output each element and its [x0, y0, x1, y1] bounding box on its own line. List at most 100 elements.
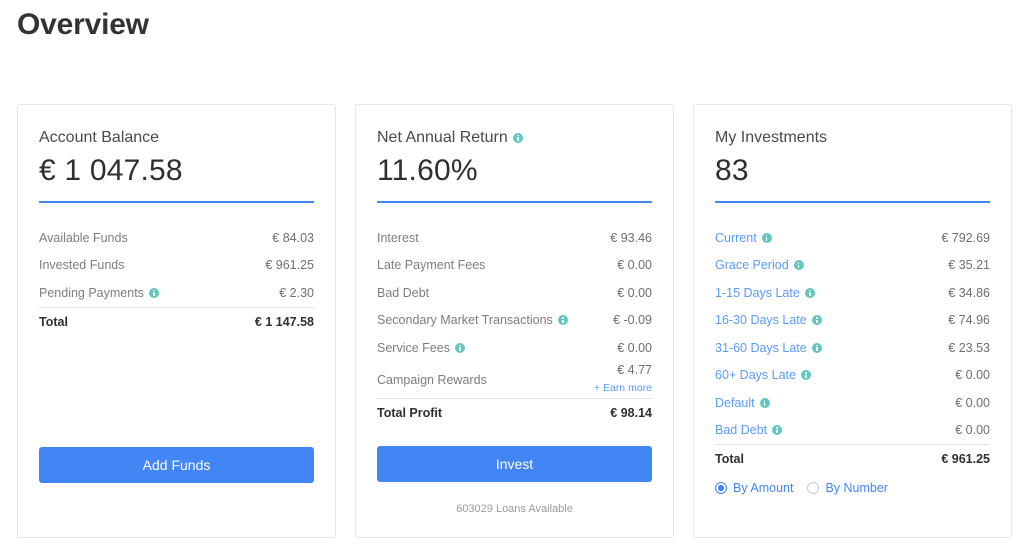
info-icon[interactable] [557, 315, 568, 326]
total-row: Total € 961.25 [715, 445, 990, 473]
row-label: Pending Payments [39, 286, 159, 300]
account-balance-rows: Available Funds € 84.03 Invested Funds €… [39, 224, 314, 336]
row-label-text[interactable]: Default [715, 396, 755, 410]
row-label[interactable]: 31-60 Days Late [715, 341, 822, 355]
total-value: € 1 147.58 [254, 314, 314, 329]
account-balance-value: € 1 047.58 [39, 154, 183, 187]
row-label-text[interactable]: Current [715, 231, 757, 245]
table-row[interactable]: 16-30 Days Late € 74.96 [715, 307, 990, 335]
add-funds-button[interactable]: Add Funds [39, 447, 314, 483]
row-value: € 23.53 [948, 340, 990, 355]
row-label-text[interactable]: Bad Debt [715, 423, 767, 437]
campaign-rewards-value-stack: € 4.77 + Earn more [594, 363, 652, 396]
table-row[interactable]: 1-15 Days Late € 34.86 [715, 279, 990, 307]
row-value: € 2.30 [279, 285, 314, 300]
table-row[interactable]: Bad Debt € 0.00 [715, 417, 990, 445]
row-label-text[interactable]: 31-60 Days Late [715, 341, 807, 355]
my-investments-label: My Investments [715, 127, 990, 149]
info-icon[interactable] [759, 397, 770, 408]
row-label-text: Interest [377, 230, 419, 245]
radio-by-amount-label[interactable]: By Amount [733, 481, 793, 495]
table-row[interactable]: 60+ Days Late € 0.00 [715, 362, 990, 390]
table-row: Interest € 93.46 [377, 224, 652, 252]
net-annual-return-accent-rule [377, 201, 652, 203]
table-row[interactable]: Grace Period € 35.21 [715, 252, 990, 280]
my-investments-accent-rule [715, 201, 990, 203]
row-label[interactable]: 16-30 Days Late [715, 313, 822, 327]
invest-button[interactable]: Invest [377, 446, 652, 482]
row-label-text: Invested Funds [39, 258, 125, 273]
row-value: € 0.00 [617, 340, 652, 355]
row-value: € 792.69 [941, 230, 990, 245]
row-label: Campaign Rewards [377, 373, 487, 387]
row-label-text: Bad Debt [377, 285, 430, 300]
row-label: Service Fees [377, 341, 465, 355]
earn-more-link[interactable]: + Earn more [594, 381, 652, 396]
radio-dot-icon[interactable] [807, 482, 820, 494]
info-icon[interactable] [811, 315, 822, 326]
net-annual-return-value: 11.60% [377, 154, 478, 187]
table-row[interactable]: 31-60 Days Late € 23.53 [715, 334, 990, 362]
info-icon[interactable] [772, 425, 783, 436]
loans-available-note: 603029 Loans Available [456, 503, 573, 515]
overview-page: Overview Account Balance € 1 047.58 Avai… [0, 0, 1024, 545]
table-row: Bad Debt € 0.00 [377, 279, 652, 307]
row-label-text: Secondary Market Transactions [377, 313, 553, 328]
table-row: Service Fees € 0.00 [377, 334, 652, 362]
row-label-text[interactable]: 60+ Days Late [715, 368, 796, 382]
total-value: € 961.25 [941, 452, 990, 466]
summary-cards: Account Balance € 1 047.58 Available Fun… [17, 104, 1012, 538]
investments-view-toggle: By Amount By Number [715, 481, 990, 495]
my-investments-value: 83 [715, 154, 749, 187]
campaign-rewards-row: Campaign Rewards € 4.77 + Earn more [377, 362, 652, 398]
net-annual-return-label: Net Annual Return [377, 127, 652, 149]
account-balance-card: Account Balance € 1 047.58 Available Fun… [17, 104, 336, 538]
info-icon[interactable] [800, 370, 811, 381]
total-label: Total Profit [377, 405, 443, 420]
row-label-text: Late Payment Fees [377, 258, 486, 273]
row-value: € 84.03 [272, 230, 314, 245]
info-icon[interactable] [804, 287, 815, 298]
row-label: Available Funds [39, 231, 128, 245]
info-icon[interactable] [761, 232, 772, 243]
radio-by-number-label[interactable]: By Number [825, 481, 888, 495]
row-value: € 4.77 [617, 363, 652, 377]
info-icon[interactable] [811, 342, 822, 353]
row-label: Invested Funds [39, 258, 124, 272]
my-investments-rows: Current € 792.69 Grace Period € 35.21 1-… [715, 224, 990, 495]
row-label-text: Pending Payments [39, 285, 144, 300]
row-value: € 34.86 [948, 285, 990, 300]
info-icon[interactable] [148, 287, 159, 298]
row-value: € 0.00 [617, 258, 652, 273]
row-label[interactable]: Default [715, 396, 770, 410]
info-icon[interactable] [793, 260, 804, 271]
row-label[interactable]: Grace Period [715, 258, 804, 272]
row-label-text[interactable]: 1-15 Days Late [715, 286, 800, 300]
row-label[interactable]: Current [715, 231, 772, 245]
row-value: € 0.00 [617, 285, 652, 300]
table-row: Late Payment Fees € 0.00 [377, 252, 652, 280]
row-label: Bad Debt [377, 286, 429, 300]
row-value: € 0.00 [955, 423, 990, 438]
row-label[interactable]: 1-15 Days Late [715, 286, 815, 300]
table-row[interactable]: Default € 0.00 [715, 389, 990, 417]
radio-by-number[interactable]: By Number [807, 481, 888, 495]
info-icon[interactable] [454, 342, 465, 353]
total-value: € 98.14 [610, 405, 652, 420]
row-label[interactable]: Bad Debt [715, 423, 783, 437]
row-label-text[interactable]: Grace Period [715, 258, 789, 272]
radio-by-amount[interactable]: By Amount [715, 481, 793, 495]
table-row[interactable]: Current € 792.69 [715, 224, 990, 252]
row-label-text[interactable]: 16-30 Days Late [715, 313, 807, 327]
radio-dot-icon[interactable] [715, 482, 727, 494]
row-value: € 93.46 [610, 230, 652, 245]
row-label: Interest [377, 231, 419, 245]
table-row: Available Funds € 84.03 [39, 224, 314, 252]
table-row: Invested Funds € 961.25 [39, 252, 314, 280]
account-balance-accent-rule [39, 201, 314, 203]
page-title: Overview [17, 8, 149, 41]
my-investments-card: My Investments 83 Current € 792.69 Grace… [693, 104, 1012, 538]
row-label[interactable]: 60+ Days Late [715, 368, 811, 382]
row-label-text: Available Funds [39, 230, 128, 245]
info-icon[interactable] [512, 133, 523, 143]
